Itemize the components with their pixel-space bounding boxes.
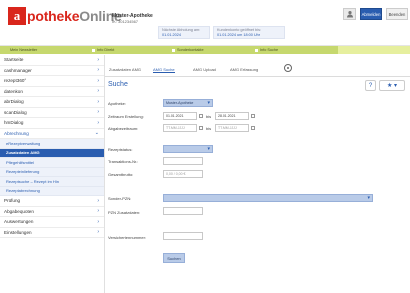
chevron-right-icon: ›: [97, 208, 99, 215]
sidebar-item-auswertungen[interactable]: Auswertungen ›: [0, 217, 104, 228]
sidebar-item-cashmanager[interactable]: cashmanager ›: [0, 66, 104, 76]
sonder-pzn-label: Sonder-PZN:: [108, 196, 132, 201]
sidebar-sub-zusatzdaten-amg[interactable]: Zusatzdaten AMG: [0, 148, 104, 158]
sidebar-sub-rezeptsuche[interactable]: Rezeptsuche – Rezept im Hin: [0, 177, 104, 187]
tab-amg-upload[interactable]: AMG Upload: [193, 67, 216, 72]
sidebar-item-pruefung[interactable]: Prüfung ›: [0, 196, 104, 207]
main-content: Zusatzdaten AMG AMG Suche AMG Upload AMG…: [105, 55, 410, 293]
nav-info-direkt[interactable]: Info Direkt: [92, 46, 114, 54]
pharmacy-id: IK: 301234567: [112, 19, 139, 24]
exit-button[interactable]: Beenden: [386, 8, 408, 20]
chevron-down-icon: ⌄: [94, 130, 99, 137]
sidebar: Startseite › cashmanager › rezept360° › dat…: [0, 55, 105, 293]
zeitraum-label: Zeitraum Erstellung:: [108, 114, 144, 119]
chevron-down-icon: ▾: [207, 99, 210, 106]
favorite-star-icon[interactable]: ★ ▾: [379, 80, 405, 91]
calendar-icon[interactable]: [199, 126, 203, 130]
pzn-zusatzdaten-label: PZN Zusatzdaten:: [108, 210, 141, 215]
top-nav-bar: Mein Newsletter Info Direkt Sonderkontak…: [0, 46, 410, 54]
chevron-down-icon: ▾: [207, 145, 210, 152]
account-info-box: Kundenkonto geöffnet bis: 01.01.2024 um …: [213, 26, 285, 39]
logout-button[interactable]: Abmelden: [360, 8, 382, 20]
search-button[interactable]: Suchen: [163, 253, 185, 263]
tab-zusatzdaten-amg[interactable]: Zusatzdaten AMG: [109, 67, 141, 72]
apotheke-select[interactable]: Muster-Apotheke ▾: [163, 99, 213, 107]
rezeptstatus-label: Rezeptstatus:: [108, 147, 133, 152]
logo-letter: a: [8, 7, 26, 25]
help-icon[interactable]: ?: [365, 80, 376, 91]
chevron-right-icon: ›: [97, 77, 99, 84]
sidebar-item-einstellungen[interactable]: Einstellungen ›: [0, 228, 104, 238]
calendar-icon[interactable]: [251, 114, 255, 118]
sidebar-sub-rezepteinlieferung[interactable]: Rezepteinlieferung: [0, 167, 104, 177]
tab-bar: Zusatzdaten AMG AMG Suche AMG Upload AMG…: [105, 55, 410, 77]
chevron-right-icon: ›: [97, 56, 99, 63]
abgabe-to-input[interactable]: TT.MM.JJJJ: [215, 124, 249, 132]
abgabe-label: Abgabezeitraum:: [108, 126, 139, 131]
transaktion-input[interactable]: [163, 157, 203, 165]
settings-icon[interactable]: [284, 64, 292, 72]
tab-amg-suche[interactable]: AMG Suche: [153, 67, 175, 73]
bis-label: bis: [206, 114, 212, 119]
bis-label: bis: [206, 126, 212, 131]
sidebar-item-scandialog[interactable]: scanDialog ›: [0, 108, 104, 118]
sidebar-sub-pflegehilfsmittel[interactable]: Pflegehilfsmittel: [0, 158, 104, 168]
gesamtbrutto-label: Gesamtbrutto:: [108, 172, 134, 177]
nav-spacer: [338, 46, 410, 54]
sidebar-sub-rezeptabrechnung[interactable]: Rezeptabrechnung: [0, 186, 104, 196]
sidebar-sub-erezeptverwaltung[interactable]: eRezeptverwaltung: [0, 139, 104, 149]
chevron-down-icon: ▾: [367, 194, 370, 201]
gesamtbrutto-input[interactable]: 0,00 / 0,00 €: [163, 170, 203, 178]
abgabe-from-input[interactable]: TT.MM.JJJJ: [163, 124, 197, 132]
chevron-right-icon: ›: [97, 98, 99, 105]
chevron-right-icon: ›: [97, 197, 99, 204]
sidebar-item-hmdialog[interactable]: hmDialog ›: [0, 118, 104, 129]
sidebar-item-startseite[interactable]: Startseite ›: [0, 55, 104, 66]
chevron-right-icon: ›: [97, 67, 99, 74]
chevron-right-icon: ›: [97, 119, 99, 126]
chevron-right-icon: ›: [97, 109, 99, 116]
chevron-right-icon: ›: [97, 88, 99, 95]
sonder-pzn-select[interactable]: ▾: [163, 194, 373, 202]
versichertennummer-input[interactable]: [163, 232, 203, 240]
calendar-icon[interactable]: [199, 114, 203, 118]
versichertennummer-label: Versichertennummer:: [108, 235, 147, 240]
calendar-icon[interactable]: [251, 126, 255, 130]
sidebar-item-abrdialog[interactable]: abrDialog ›: [0, 97, 104, 108]
person-icon[interactable]: [343, 8, 356, 20]
pickup-info-box: Nächste Abholung am: 01.01.2024: [158, 26, 210, 39]
transaktion-label: Transaktions-Nr.:: [108, 159, 139, 164]
zeitraum-to-input[interactable]: 28.01.2021: [215, 112, 249, 120]
sidebar-item-abrechnung[interactable]: Abrechnung ⌄: [0, 129, 104, 139]
sidebar-item-abgabequoten[interactable]: Abgabequoten ›: [0, 207, 104, 217]
apotheke-label: Apotheke:: [108, 101, 127, 106]
tab-amg-erfassung[interactable]: AMG Erfassung: [230, 67, 258, 72]
logo-wordmark: pothekeOnline: [27, 8, 122, 24]
nav-newsletter[interactable]: Mein Newsletter: [10, 46, 37, 54]
rezeptstatus-select[interactable]: ▾: [163, 145, 213, 153]
sidebar-item-rezept360[interactable]: rezept360° ›: [0, 76, 104, 87]
sidebar-item-datenkon[interactable]: datenkon ›: [0, 87, 104, 97]
nav-info-suche[interactable]: Info Suche: [255, 46, 278, 54]
pzn-zusatzdaten-input[interactable]: [163, 207, 203, 215]
nav-sonderkontakte[interactable]: Sonderkontakte: [172, 46, 204, 54]
chevron-right-icon: ›: [97, 229, 99, 236]
app-logo[interactable]: a pothekeOnline: [8, 7, 122, 25]
chevron-right-icon: ›: [97, 218, 99, 225]
page-title: Suche: [108, 81, 128, 88]
zeitraum-from-input[interactable]: 01.01.2021: [163, 112, 197, 120]
app-header: a pothekeOnline Muster-Apotheke IK: 3012…: [0, 0, 410, 46]
pharmacy-info: Muster-Apotheke IK: 301234567: [112, 13, 153, 25]
